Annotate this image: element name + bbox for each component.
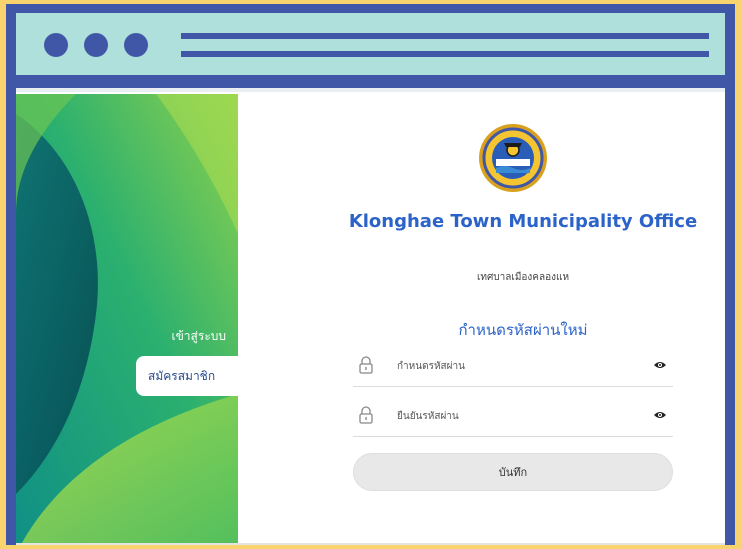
confirm-password-field[interactable]: ยืนยันรหัสผ่าน	[353, 396, 673, 437]
eye-icon[interactable]	[653, 410, 667, 420]
sidebar: เข้าสู่ระบบ สมัครสมาชิก	[16, 94, 238, 545]
window-control-dot[interactable]	[124, 33, 148, 57]
sidebar-item-label: เข้าสู่ระบบ	[171, 329, 227, 343]
confirm-password-input[interactable]: ยืนยันรหัสผ่าน	[397, 409, 459, 424]
sidebar-item-register[interactable]: สมัครสมาชิก	[136, 356, 238, 396]
address-bar-line	[181, 51, 709, 57]
lock-icon	[359, 406, 373, 424]
page-viewport: เข้าสู่ระบบ สมัครสมาชิก Klonghae Town Mu…	[16, 88, 725, 545]
save-button[interactable]: บันทึก	[353, 453, 673, 491]
divider	[16, 543, 725, 545]
lock-icon	[359, 356, 373, 374]
page-subtitle: เทศบาลเมืองคลองแห	[476, 272, 570, 283]
browser-frame: เข้าสู่ระบบ สมัครสมาชิก Klonghae Town Mu…	[6, 4, 735, 545]
sidebar-item-label: สมัครสมาชิก	[148, 369, 216, 383]
sidebar-item-login[interactable]: เข้าสู่ระบบ	[16, 316, 238, 356]
form-heading: กำหนดรหัสผ่านใหม่	[458, 321, 588, 339]
window-control-dot[interactable]	[44, 33, 68, 57]
municipality-seal-icon	[479, 124, 547, 192]
page-title: Klonghae Town Municipality Office	[348, 211, 698, 232]
new-password-field[interactable]: กำหนดรหัสผ่าน	[353, 346, 673, 387]
address-bar-line	[181, 33, 709, 39]
browser-titlebar	[16, 13, 725, 75]
window-control-dot[interactable]	[84, 33, 108, 57]
reset-password-panel: Klonghae Town Municipality Office เทศบาล…	[238, 88, 725, 545]
eye-icon[interactable]	[653, 360, 667, 370]
new-password-input[interactable]: กำหนดรหัสผ่าน	[397, 359, 465, 374]
